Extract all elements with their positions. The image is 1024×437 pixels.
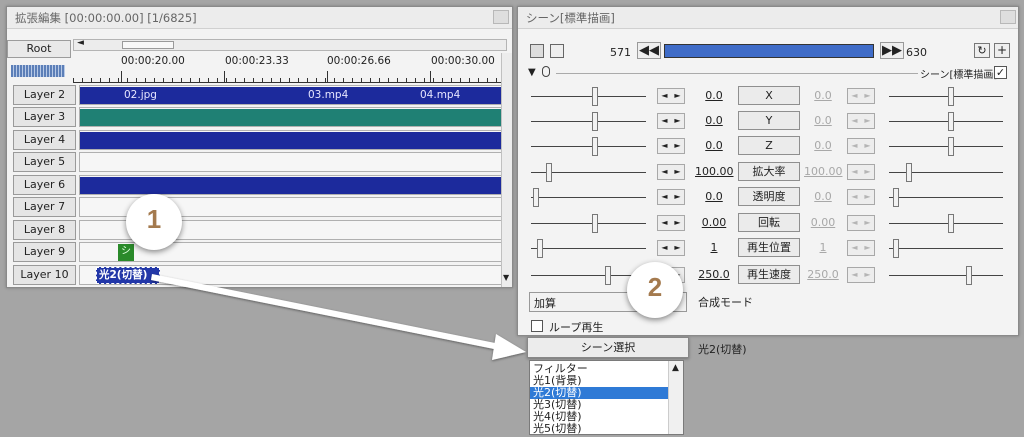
callout-1: 1 — [126, 194, 182, 250]
arrow-head — [492, 334, 526, 360]
callout-2: 2 — [627, 262, 683, 318]
arrow-shaft — [151, 274, 500, 350]
